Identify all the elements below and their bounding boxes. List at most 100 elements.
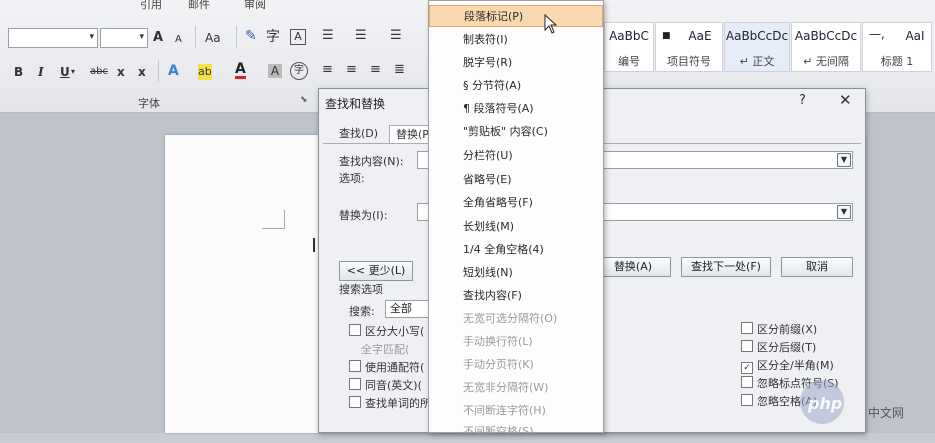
menu-item-caret[interactable]: 脱字号(R) [429,52,603,74]
menu-item-paragraph-char[interactable]: ¶ 段落符号(A) [429,98,603,120]
checkbox-box[interactable] [349,324,361,336]
match-width-checkbox[interactable]: ✓ 区分全/半角(M) [741,357,834,374]
tab-find[interactable]: 查找(D) [333,125,384,143]
style-name: ↵ 无间隔 [803,55,849,68]
checkbox-label: 区分全/半角(M) [757,359,834,372]
menu-item-no-width-nonbreak[interactable]: 无宽非分隔符(W) [429,377,603,399]
checkbox-box[interactable] [349,378,361,390]
chevron-down-icon[interactable]: ▾ [71,64,75,80]
italic-button[interactable]: I [38,64,44,80]
dialog-launcher-icon[interactable]: ⬊ [300,95,308,105]
close-button[interactable]: ✕ [839,91,852,109]
underline-button[interactable]: U [60,64,70,80]
chevron-down-icon[interactable]: ▼ [837,153,851,167]
subscript-button[interactable]: x [117,64,125,80]
style-name: ↵ 正文 [739,55,775,68]
checkbox-label: 区分后缀(T) [757,341,817,354]
menu-item-clipboard[interactable]: "剪贴板" 内容(C) [429,121,603,143]
menu-item-find-what[interactable]: 查找内容(F) [429,285,603,307]
checkbox-box[interactable] [741,340,753,352]
style-normal[interactable]: AaBbCcDc ↵ 正文 [724,22,790,72]
sounds-like-checkbox[interactable]: 同音(英文)( [349,377,422,393]
help-button[interactable]: ? [799,93,806,108]
menu-item-section-char[interactable]: § 分节符(A) [429,75,603,97]
superscript-button[interactable]: x [138,64,146,80]
clear-format-icon[interactable]: ✎ [245,28,257,44]
shrink-font-button[interactable]: A [175,32,182,48]
wildcards-checkbox[interactable]: 使用通配符( [349,359,424,375]
special-characters-menu: 段落标记(P) 制表符(I) 脱字号(R) § 分节符(A) ¶ 段落符号(A)… [428,0,604,438]
all-word-forms-checkbox[interactable]: 查找单词的所 [349,395,431,411]
style-sample: AaBbCcDc [794,29,858,43]
search-direction-select[interactable]: 全部 [385,300,429,318]
checkbox-box[interactable] [741,322,753,334]
checkbox-box[interactable] [349,396,361,408]
chevron-down-icon[interactable]: ▼ [837,205,851,219]
style-no-spacing[interactable]: AaBbCcDc ↵ 无间隔 [791,22,861,72]
style-bullets[interactable]: ■ AaE 项目符号 [655,22,723,72]
less-button[interactable]: << 更少(L) [339,261,413,281]
ribbon-tab-mailings[interactable]: 邮件 [188,0,210,12]
replace-button[interactable]: 替换(A) [595,257,671,277]
menu-item-nonbreaking-hyphen[interactable]: 不间断连字符(H) [429,400,603,422]
checkbox-box[interactable] [349,360,361,372]
menu-item-en-dash[interactable]: 短划线(N) [429,262,603,284]
numbering-icon[interactable]: ☰ [355,28,367,44]
search-options-label: 搜索选项 [339,283,383,296]
font-name-combo[interactable]: ▾ [8,28,98,48]
menu-item-quarter-space[interactable]: 1/4 全角空格(4) [429,239,603,261]
phonetic-guide-button[interactable]: 字 [266,29,280,45]
bullets-icon[interactable]: ☰ [322,28,334,44]
multilevel-list-icon[interactable]: ☰ [390,28,402,44]
style-heading-1[interactable]: —, AaI 标题 1 [862,22,932,72]
cancel-button[interactable]: 取消 [781,257,853,277]
bold-button[interactable]: B [14,64,23,80]
menu-item-nonbreaking-space[interactable]: 不间断空格(S) [429,421,603,443]
menu-item-column-break[interactable]: 分栏符(U) [429,145,603,167]
menu-item-manual-line-break[interactable]: 手动换行符(L) [429,331,603,353]
align-left-icon[interactable]: ≡ [322,62,333,78]
ribbon-tab-review[interactable]: 审阅 [244,0,266,12]
match-prefix-checkbox[interactable]: 区分前缀(X) [741,321,817,337]
style-sample: AaBbC [609,29,649,43]
font-size-combo[interactable]: ▾ [100,28,148,48]
font-group-label: 字体 [138,97,160,110]
align-center-icon[interactable]: ≡ [346,62,357,78]
menu-item-manual-page-break[interactable]: 手动分页符(K) [429,354,603,376]
style-sample: AaBbCcDc [725,29,789,43]
square-bullet-icon: ■ [662,31,671,41]
menu-item-ellipsis[interactable]: 省略号(E) [429,169,603,191]
match-suffix-checkbox[interactable]: 区分后缀(T) [741,339,816,355]
strikethrough-button[interactable]: abc [90,64,108,80]
enclose-char-button[interactable]: 字 [290,62,308,80]
mouse-pointer-icon [544,14,558,34]
menu-item-fullwidth-ellipsis[interactable]: 全角省略号(F) [429,192,603,214]
grow-font-button[interactable]: A [153,30,163,46]
find-next-button[interactable]: 查找下一处(F) [681,257,771,277]
change-case-button[interactable]: Aa [205,30,221,46]
char-shading-button[interactable]: A [268,64,282,78]
font-color-button[interactable]: A [235,62,246,79]
style-sample: AaI [905,29,925,43]
menu-item-tab-char[interactable]: 制表符(I) [429,29,603,51]
match-case-checkbox[interactable]: 区分大小写( [349,323,424,339]
menu-item-paragraph-mark[interactable]: 段落标记(P) [429,5,603,27]
replace-with-label: 替换为(I): [339,209,388,222]
text-cursor [313,238,315,252]
whole-word-checkbox[interactable]: 全字匹配( [361,341,409,357]
align-right-icon[interactable]: ≡ [370,62,381,78]
menu-item-em-dash[interactable]: 长划线(M) [429,216,603,238]
ribbon-tab-references[interactable]: 引用 [140,0,162,12]
text-effect-button[interactable]: A [168,63,179,79]
checkbox-box[interactable] [741,376,753,388]
justify-icon[interactable]: ≣ [394,62,405,78]
menu-item-optional-break[interactable]: 无宽可选分隔符(O) [429,308,603,330]
checkbox-label: 查找单词的所 [365,397,431,410]
char-border-button[interactable]: A [290,29,306,45]
style-numbering[interactable]: AaBbC 编号 [604,22,654,72]
search-direction-label: 搜索: [349,305,375,318]
checkbox-box[interactable] [741,394,753,406]
chevron-down-icon: ▾ [89,32,94,42]
checkmark-icon[interactable]: ✓ [741,362,753,374]
highlight-button[interactable]: ab [198,64,212,80]
